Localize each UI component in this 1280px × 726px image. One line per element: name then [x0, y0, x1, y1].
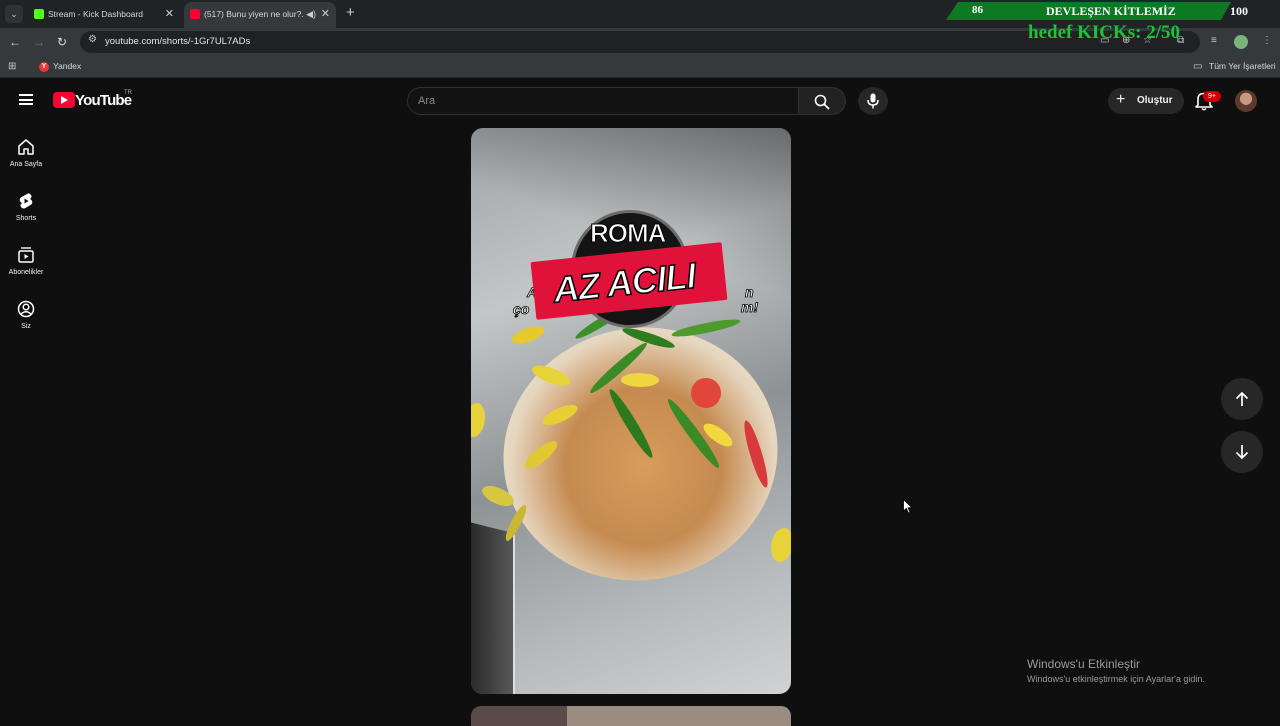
goal-title: DEVLEŞEN KİTLEMİZ: [1046, 4, 1176, 18]
tab-title: (517) Bunu yiyen ne olur?..: [204, 9, 304, 19]
create-label: Oluştur: [1137, 95, 1173, 106]
menu-kebab-icon[interactable]: ⋮: [1262, 35, 1272, 46]
arrow-down-icon: [1235, 445, 1249, 460]
goal-current: 86: [972, 4, 983, 16]
guide-item-shorts[interactable]: Shorts: [0, 191, 52, 241]
caption-fragment: ço: [513, 301, 530, 318]
tab-title: Stream - Kick Dashboard: [48, 9, 143, 19]
reload-icon[interactable]: ↻: [54, 34, 70, 50]
video-pepper: [771, 528, 791, 562]
shorts-video-player[interactable]: ROMA A n ço m! AZ ACILI: [471, 128, 791, 694]
url-text: youtube.com/shorts/-1Gr7UL7ADs: [105, 36, 251, 47]
apps-grid-icon[interactable]: ⊞: [8, 61, 16, 72]
country-code: TR: [124, 90, 132, 96]
youtube-masthead: YouTube TR + Oluştur: [0, 80, 1280, 122]
windows-activation-subtitle: Windows'u etkinleştirmek için Ayarlar'a …: [1027, 674, 1205, 684]
tab-youtube-short[interactable]: (517) Bunu yiyen ne olur?.. ◀) ✕: [184, 2, 336, 28]
guide-item-home[interactable]: Ana Sayfa: [0, 137, 52, 187]
video-pepper: [691, 378, 721, 408]
voice-search-button[interactable]: [858, 87, 888, 115]
guide-item-subscriptions[interactable]: Abonelikler: [0, 245, 52, 295]
goal-target: 100: [1230, 4, 1248, 18]
arrow-up-icon: [1235, 391, 1249, 406]
caption-fragment: n: [745, 284, 754, 301]
caption-fragment: m!: [741, 299, 759, 316]
home-icon: [18, 139, 34, 155]
search-icon: [814, 94, 830, 110]
guide-label: Ana Sayfa: [9, 161, 43, 168]
hamburger-menu-icon[interactable]: [19, 94, 33, 105]
guide-label: Abonelikler: [8, 269, 44, 276]
speaker-icon[interactable]: ◀): [306, 2, 316, 26]
guide-item-you[interactable]: Siz: [0, 299, 52, 349]
account-avatar[interactable]: [1235, 90, 1257, 112]
yandex-icon[interactable]: Y: [39, 62, 49, 72]
mic-icon: [867, 93, 879, 109]
next-short-preview[interactable]: [471, 706, 791, 726]
youtube-logo-text[interactable]: YouTube: [75, 92, 132, 109]
windows-activation-title: Windows'u Etkinleştir: [1027, 657, 1140, 671]
next-short-button[interactable]: [1221, 431, 1263, 473]
bookmark-yandex[interactable]: Yandex: [53, 61, 81, 71]
youtube-favicon-icon: [190, 9, 200, 19]
tab-kick-dashboard[interactable]: Stream - Kick Dashboard ✕: [28, 2, 180, 28]
back-arrow-icon[interactable]: ←: [7, 34, 23, 50]
shorts-icon: [19, 193, 33, 209]
youtube-logo-icon[interactable]: [53, 92, 75, 108]
forward-arrow-icon[interactable]: →: [31, 34, 47, 50]
search-button[interactable]: [799, 87, 846, 115]
folder-icon: ▭: [1193, 61, 1203, 72]
close-icon[interactable]: ✕: [321, 2, 330, 26]
you-icon: [17, 300, 35, 318]
plus-icon: +: [1116, 91, 1126, 108]
media-icon[interactable]: ≡: [1211, 35, 1217, 46]
close-icon[interactable]: ✕: [165, 2, 174, 26]
subscriptions-icon: [18, 247, 34, 263]
previous-short-button[interactable]: [1221, 378, 1263, 420]
video-tray-edge: [471, 522, 515, 694]
guide-label: Siz: [21, 323, 31, 330]
search-box[interactable]: [407, 87, 799, 115]
stream-goal-subtitle: hedef KICKs: 2/50: [1028, 22, 1180, 43]
all-bookmarks-link[interactable]: Tüm Yer İşaretleri: [1209, 61, 1276, 71]
new-tab-button[interactable]: +: [346, 3, 355, 23]
guide-label: Shorts: [15, 215, 37, 222]
kick-favicon-icon: [34, 9, 44, 19]
site-info-icon[interactable]: ⚙: [88, 34, 97, 45]
search-input[interactable]: [418, 92, 778, 110]
bookmarks-bar: ⊞ Y Yandex ▭ Tüm Yer İşaretleri: [0, 56, 1280, 78]
stream-goal-overlay: 86 DEVLEŞEN KİTLEMİZ 100: [946, 2, 1258, 20]
tab-search-button[interactable]: ⌄: [5, 5, 23, 23]
mouse-cursor-icon: [903, 499, 913, 514]
profile-avatar[interactable]: [1234, 35, 1248, 49]
create-button[interactable]: + Oluştur: [1108, 88, 1184, 114]
video-brand-text: ROMA: [589, 218, 666, 249]
notification-count-badge: 9+: [1203, 91, 1221, 102]
